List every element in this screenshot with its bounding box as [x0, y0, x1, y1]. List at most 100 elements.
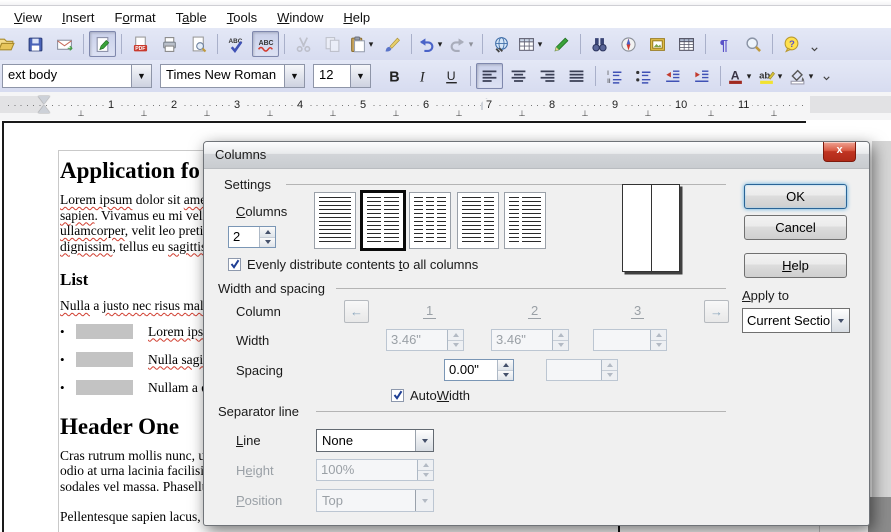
line-style-value[interactable]: None	[317, 430, 415, 451]
increase-indent-button[interactable]	[688, 63, 715, 89]
highlight-button[interactable]: ab▾	[757, 63, 786, 89]
menu-tools[interactable]: Tools	[217, 8, 267, 27]
font-name-value[interactable]: Times New Roman	[161, 65, 284, 87]
ruler-tab-mark: ⊥	[771, 109, 778, 118]
preset-left-weighted[interactable]	[457, 192, 499, 249]
autowidth-checkbox-label[interactable]: AutoWidth	[410, 388, 470, 403]
bold-button[interactable]: B	[380, 63, 407, 89]
paste-button[interactable]: ▾	[348, 31, 377, 57]
distribute-checkbox-label[interactable]: Evenly distribute contents to all column…	[247, 257, 478, 272]
font-name-combo[interactable]: Times New Roman ▼	[160, 64, 305, 88]
chevron-down-icon[interactable]	[831, 309, 849, 332]
chevron-down-icon[interactable]	[415, 430, 433, 451]
formatting-marks-button[interactable]: ¶	[711, 31, 738, 57]
chevron-down-icon[interactable]: ▾	[435, 39, 445, 49]
spacing-1-spinner[interactable]: 0.00"	[444, 359, 514, 381]
data-sources-button[interactable]	[673, 31, 700, 57]
bullet-list-button[interactable]	[630, 63, 657, 89]
dialog-titlebar[interactable]: Columns x	[204, 142, 869, 169]
preset-one-column[interactable]	[314, 192, 356, 249]
next-column-button[interactable]: →	[704, 300, 729, 323]
export-pdf-button[interactable]: PDF	[127, 31, 154, 57]
align-justify-button[interactable]	[563, 63, 590, 89]
decrease-indent-button[interactable]	[659, 63, 686, 89]
ruler-tab-mark: ⊥	[708, 109, 715, 118]
menu-format[interactable]: Format	[104, 8, 165, 27]
toolbar-separator	[284, 34, 285, 54]
font-size-combo[interactable]: 12 ▼	[313, 64, 371, 88]
italic-button[interactable]: I	[409, 63, 436, 89]
find-replace-button[interactable]	[586, 31, 613, 57]
chevron-down-icon[interactable]: ▾	[775, 71, 785, 81]
ruler-tab-mark: ⊥	[456, 109, 463, 118]
hyperlink-button[interactable]	[488, 31, 515, 57]
align-right-button[interactable]	[534, 63, 561, 89]
mail-button[interactable]	[51, 31, 78, 57]
edit-file-button[interactable]	[89, 31, 116, 57]
spacing-2-value	[547, 360, 601, 380]
autospellcheck-button[interactable]: ABC	[252, 31, 279, 57]
help-button[interactable]: ?	[778, 31, 805, 57]
spin-up-icon[interactable]	[260, 227, 275, 238]
horizontal-ruler[interactable]: 1234567891011⊥⊥⊥⊥⊥⊥⊥⊥⊥⊥⊥⊥	[0, 92, 891, 121]
spin-down-icon[interactable]	[260, 238, 275, 248]
menu-table[interactable]: Table	[166, 8, 217, 27]
chevron-down-icon[interactable]: ▼	[284, 65, 304, 87]
page-preview-button[interactable]	[185, 31, 212, 57]
close-icon[interactable]: x	[823, 142, 856, 162]
autowidth-checkbox[interactable]	[391, 389, 404, 402]
spacing-1-value[interactable]: 0.00"	[445, 360, 497, 380]
table-button[interactable]: ▾	[517, 31, 546, 57]
menu-window[interactable]: Window	[267, 8, 333, 27]
paragraph-style-combo[interactable]: ext body ▼	[2, 64, 152, 88]
print-button[interactable]	[156, 31, 183, 57]
menu-insert[interactable]: Insert	[52, 8, 105, 27]
previous-column-button[interactable]: ←	[344, 300, 369, 323]
zoom-button[interactable]	[740, 31, 767, 57]
chevron-down-icon[interactable]: ▾	[535, 39, 545, 49]
font-size-value[interactable]: 12	[314, 65, 350, 87]
columns-count-spinner[interactable]: 2	[228, 226, 276, 248]
spin-up-icon[interactable]	[498, 360, 513, 371]
chevron-down-icon[interactable]: ▾	[806, 71, 816, 81]
preset-two-columns[interactable]	[360, 190, 406, 251]
underline-button[interactable]: U	[438, 63, 465, 89]
distribute-checkbox[interactable]	[228, 258, 241, 271]
toolbar-overflow-button[interactable]	[807, 38, 822, 58]
undo-button[interactable]: ▾	[417, 31, 446, 57]
align-center-button[interactable]	[505, 63, 532, 89]
data-sources-icon	[678, 36, 695, 53]
decrease-indent-icon	[664, 68, 681, 85]
chevron-down-icon[interactable]: ▼	[350, 65, 370, 87]
open-button[interactable]	[0, 31, 20, 57]
line-style-dropdown[interactable]: None	[316, 429, 434, 452]
spellcheck-button[interactable]: ABC	[223, 31, 250, 57]
width-1-spinner: 3.46"	[386, 329, 464, 351]
save-button[interactable]	[22, 31, 49, 57]
paragraph-style-value[interactable]: ext body	[3, 65, 131, 87]
ok-button[interactable]: OK	[744, 184, 847, 209]
preset-three-columns[interactable]	[409, 192, 451, 249]
chevron-down-icon[interactable]: ▾	[366, 39, 376, 49]
numbered-list-button[interactable]: III	[601, 63, 628, 89]
navigator-button[interactable]	[615, 31, 642, 57]
align-left-button[interactable]	[476, 63, 503, 89]
bg-color-button[interactable]: ▾	[788, 63, 817, 89]
apply-to-value[interactable]: Current Section	[743, 309, 831, 332]
menu-view[interactable]: View	[4, 8, 52, 27]
toolbar-overflow-button[interactable]	[819, 67, 834, 87]
chevron-down-icon: ▾	[466, 39, 476, 49]
gallery-button[interactable]	[644, 31, 671, 57]
columns-count-value[interactable]: 2	[229, 227, 259, 247]
draw-functions-button[interactable]	[548, 31, 575, 57]
font-color-button[interactable]: A▾	[726, 63, 755, 89]
cancel-button[interactable]: Cancel	[744, 215, 847, 240]
spin-down-icon[interactable]	[498, 371, 513, 381]
apply-to-dropdown[interactable]: Current Section	[742, 308, 850, 333]
help-button[interactable]: Help	[744, 253, 847, 278]
chevron-down-icon[interactable]: ▾	[744, 71, 754, 81]
format-paintbrush-button[interactable]	[379, 31, 406, 57]
menu-help[interactable]: Help	[333, 8, 380, 27]
chevron-down-icon[interactable]: ▼	[131, 65, 151, 87]
preset-right-weighted[interactable]	[504, 192, 546, 249]
